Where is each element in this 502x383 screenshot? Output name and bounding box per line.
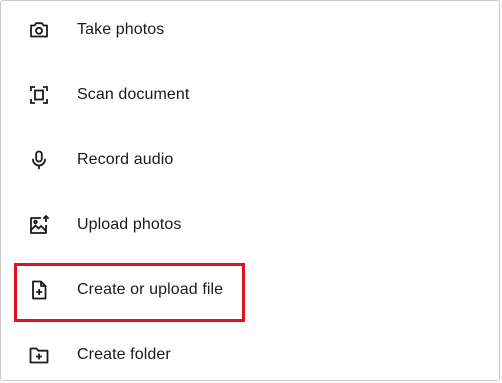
menu-item-label: Scan document [77, 86, 190, 103]
menu-item-label: Upload photos [77, 216, 182, 233]
menu-item-label: Take photos [77, 21, 165, 38]
create-menu: Take photos Scan document Record audio U… [0, 0, 500, 381]
menu-item-label: Create or upload file [77, 281, 224, 298]
menu-item-take-photos[interactable]: Take photos [1, 6, 499, 54]
menu-item-upload-photos[interactable]: Upload photos [1, 201, 499, 249]
create-folder-icon [27, 343, 51, 367]
menu-item-create-or-upload-file[interactable]: Create or upload file [1, 266, 499, 314]
menu-item-label: Record audio [77, 151, 174, 168]
menu-item-record-audio[interactable]: Record audio [1, 136, 499, 184]
camera-icon [27, 18, 51, 42]
menu-item-label: Create folder [77, 346, 171, 363]
upload-photos-icon [27, 213, 51, 237]
microphone-icon [27, 148, 51, 172]
create-file-icon [27, 278, 51, 302]
menu-item-scan-document[interactable]: Scan document [1, 71, 499, 119]
scan-document-icon [27, 83, 51, 107]
menu-item-create-folder[interactable]: Create folder [1, 331, 499, 379]
